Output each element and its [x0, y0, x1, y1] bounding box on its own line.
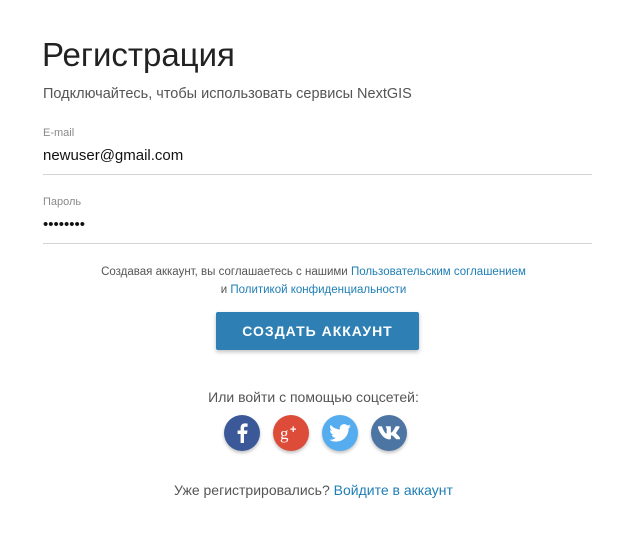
agreement-line-1: Создавая аккаунт, вы соглашаетесь с наши…: [0, 263, 627, 281]
agreement-text: Создавая аккаунт, вы соглашаетесь с наши…: [0, 263, 627, 299]
email-field[interactable]: [43, 146, 592, 175]
svg-text:g: g: [280, 424, 289, 443]
svg-text:+: +: [290, 424, 296, 436]
twitter-login-button[interactable]: [322, 415, 358, 451]
agreement-conjunction: и: [220, 284, 228, 296]
facebook-login-button[interactable]: [224, 415, 260, 451]
twitter-icon: [329, 424, 351, 442]
email-field-group: E-mail: [43, 126, 592, 175]
terms-link[interactable]: Пользовательским соглашением: [351, 266, 526, 278]
google-plus-icon: g +: [279, 423, 303, 443]
email-label: E-mail: [43, 127, 75, 139]
password-field[interactable]: [43, 215, 592, 244]
login-question: Уже регистрировались?: [174, 482, 330, 498]
vk-login-button[interactable]: [371, 415, 407, 451]
create-account-button[interactable]: СОЗДАТЬ АККАУНТ: [216, 312, 419, 350]
social-login-label: Или войти с помощью соцсетей:: [208, 389, 419, 405]
page-title: Регистрация: [42, 36, 235, 73]
page-subtitle: Подключайтесь, чтобы использовать сервис…: [43, 86, 412, 102]
vk-icon: [378, 426, 400, 440]
registration-page: Регистрация Подключайтесь, чтобы использ…: [0, 0, 627, 543]
agreement-line-2: и Политикой конфиденциальности: [0, 281, 627, 299]
agreement-prefix: Создавая аккаунт, вы соглашаетесь с наши…: [101, 266, 348, 278]
login-prompt: Уже регистрировались? Войдите в аккаунт: [0, 481, 627, 499]
facebook-icon: [236, 423, 248, 443]
privacy-link[interactable]: Политикой конфиденциальности: [230, 284, 406, 296]
password-label: Пароль: [43, 196, 82, 208]
google-plus-login-button[interactable]: g +: [273, 415, 309, 451]
social-buttons: g +: [223, 415, 413, 453]
password-field-group: Пароль: [43, 195, 592, 244]
login-link[interactable]: Войдите в аккаунт: [334, 482, 453, 498]
